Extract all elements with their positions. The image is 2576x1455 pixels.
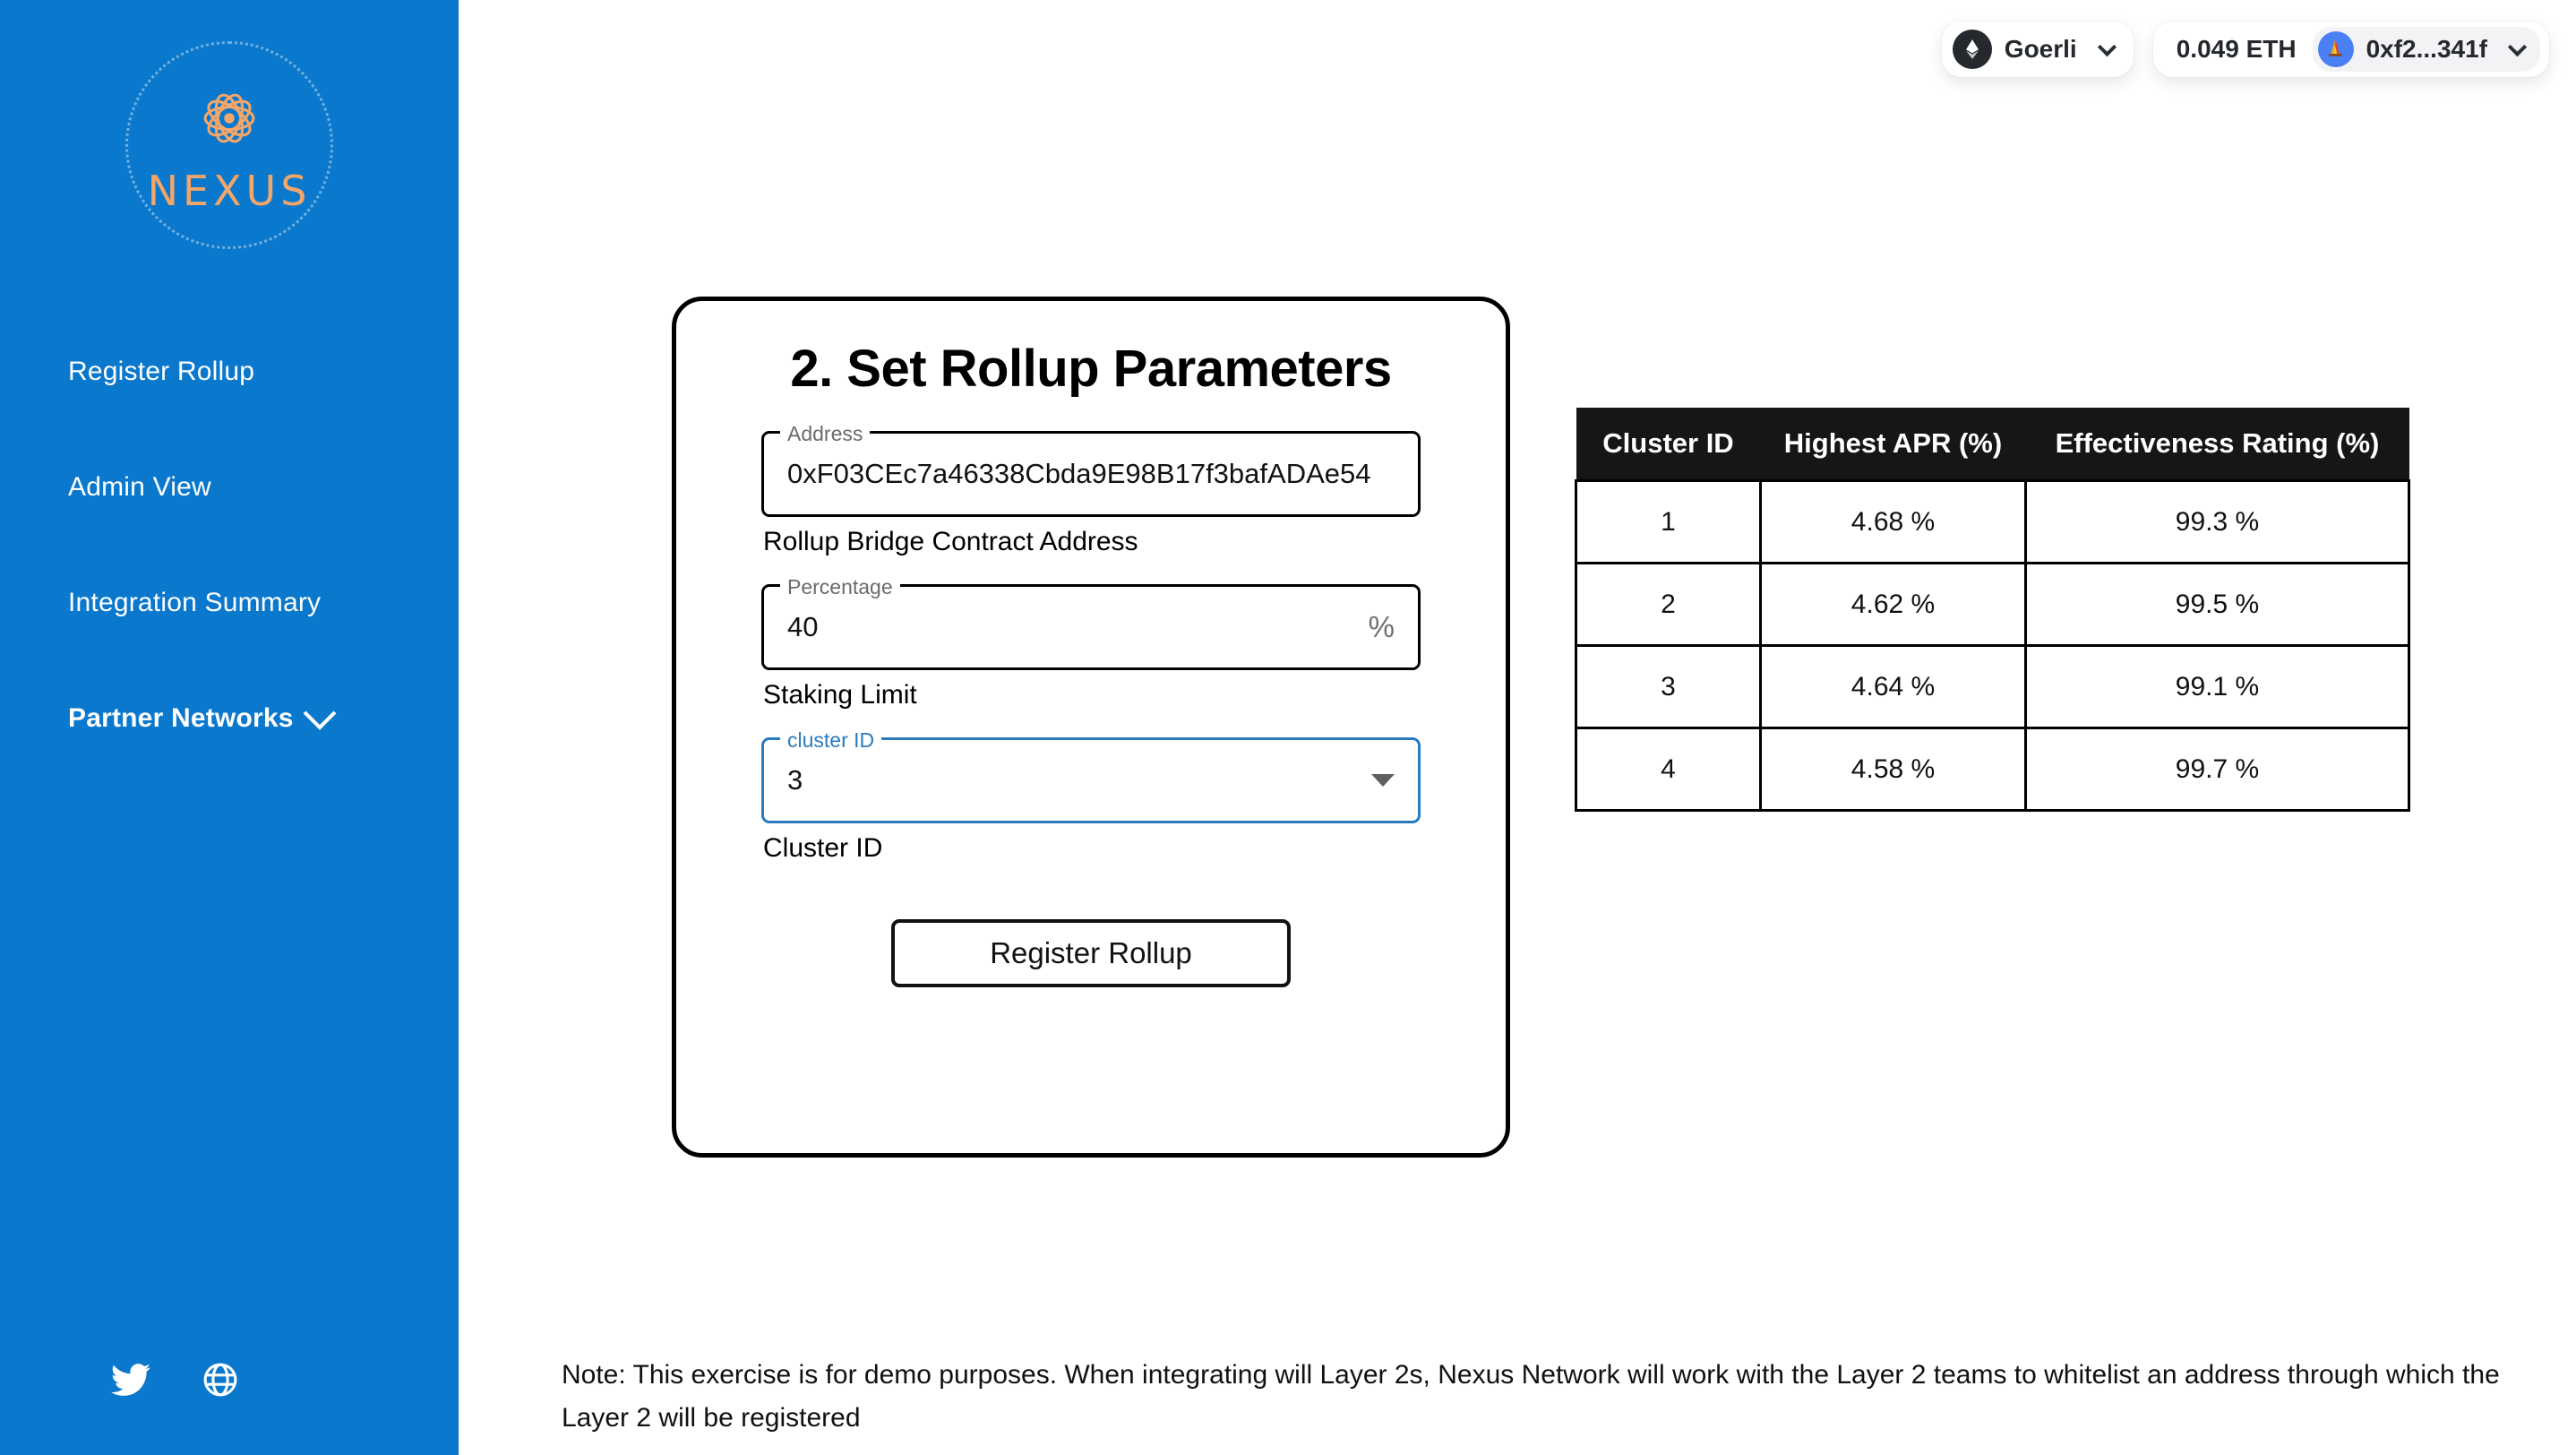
page-title: 2. Set Rollup Parameters bbox=[790, 340, 1392, 398]
set-rollup-parameters-card: 2. Set Rollup Parameters Address 0xF03CE… bbox=[672, 297, 1510, 1158]
logo-dotted-circle: NEXUS bbox=[125, 41, 333, 249]
account-address-label: 0xf2...341f bbox=[2366, 35, 2487, 63]
cluster-id-select[interactable]: cluster ID 3 bbox=[761, 728, 1421, 823]
account-inner[interactable]: 0xf2...341f bbox=[2312, 27, 2540, 72]
percentage-input-legend: Percentage bbox=[780, 575, 900, 598]
account-button[interactable]: 0.049 ETH 0xf2...341f bbox=[2152, 22, 2549, 77]
sidebar: NEXUS Register Rollup Admin View Integra… bbox=[0, 0, 459, 1455]
chevron-down-icon bbox=[2097, 37, 2117, 56]
address-input-legend: Address bbox=[780, 422, 871, 445]
percentage-field-group: Percentage 40 % Staking Limit bbox=[761, 575, 1421, 710]
table-cell-apr: 4.58 % bbox=[1759, 727, 2027, 812]
table-cell-cluster-id: 4 bbox=[1575, 727, 1762, 812]
percentage-helper-text: Staking Limit bbox=[763, 680, 917, 710]
table-row: 3 4.64 % 99.1 % bbox=[1575, 644, 2410, 729]
table-row: 4 4.58 % 99.7 % bbox=[1575, 727, 2410, 812]
wallet-topbar: Goerli 0.049 ETH 0xf2...341f bbox=[1941, 22, 2549, 77]
address-input-value: 0xF03CEc7a46338Cbda9E98B17f3bafADAe54 bbox=[787, 458, 1371, 489]
sidebar-item-label: Partner Networks bbox=[68, 703, 294, 733]
table-cell-apr: 4.64 % bbox=[1759, 644, 2027, 729]
cluster-id-select-value: 3 bbox=[787, 764, 803, 796]
demo-note-text: Note: This exercise is for demo purposes… bbox=[562, 1360, 2500, 1433]
cluster-id-helper-text: Cluster ID bbox=[763, 833, 883, 863]
sidebar-item-label: Admin View bbox=[68, 472, 211, 502]
address-input[interactable]: Address 0xF03CEc7a46338Cbda9E98B17f3bafA… bbox=[761, 422, 1421, 517]
brand-logo[interactable]: NEXUS bbox=[0, 25, 459, 265]
sidebar-item-admin-view[interactable]: Admin View bbox=[0, 456, 459, 519]
table-header-row: Cluster ID Highest APR (%) Effectiveness… bbox=[1576, 408, 2409, 481]
table-cell-apr: 4.68 % bbox=[1759, 479, 2027, 564]
sidebar-item-label: Integration Summary bbox=[68, 588, 322, 617]
register-rollup-button[interactable]: Register Rollup bbox=[891, 919, 1291, 987]
website-globe-icon[interactable] bbox=[201, 1360, 240, 1399]
table-cell-cluster-id: 2 bbox=[1575, 562, 1762, 647]
logo-wordmark: NEXUS bbox=[147, 167, 312, 215]
table-cell-effectiveness: 99.7 % bbox=[2024, 727, 2410, 812]
chevron-down-icon bbox=[303, 696, 337, 730]
cluster-id-field-group: cluster ID 3 Cluster ID bbox=[761, 728, 1421, 864]
avatar bbox=[2317, 31, 2354, 67]
percent-adornment-icon: % bbox=[1368, 610, 1395, 643]
ethereum-icon bbox=[1952, 30, 1992, 69]
cluster-stats-table: Cluster ID Highest APR (%) Effectiveness… bbox=[1575, 408, 2410, 812]
chain-name-label: Goerli bbox=[2004, 35, 2077, 63]
ethereum-diamond-glyph bbox=[1965, 39, 1979, 59]
table-cell-cluster-id: 1 bbox=[1575, 479, 1762, 564]
sidebar-item-integration-summary[interactable]: Integration Summary bbox=[0, 572, 459, 634]
chain-selector-button[interactable]: Goerli bbox=[1941, 22, 2134, 77]
twitter-icon[interactable] bbox=[111, 1360, 150, 1399]
table-body: 1 4.68 % 99.3 % 2 4.62 % 99.5 % 3 4.64 %… bbox=[1575, 479, 2410, 812]
table-cell-effectiveness: 99.3 % bbox=[2024, 479, 2410, 564]
sidebar-item-partner-networks[interactable]: Partner Networks bbox=[0, 687, 459, 750]
app-root: NEXUS Register Rollup Admin View Integra… bbox=[0, 0, 2576, 1455]
address-helper-text: Rollup Bridge Contract Address bbox=[763, 527, 1138, 556]
sidebar-item-register-rollup[interactable]: Register Rollup bbox=[0, 340, 459, 403]
table-cell-apr: 4.62 % bbox=[1759, 562, 2027, 647]
percentage-input[interactable]: Percentage 40 % bbox=[761, 575, 1421, 670]
table-header-highest-apr: Highest APR (%) bbox=[1760, 408, 2026, 481]
table-header-effectiveness-rating: Effectiveness Rating (%) bbox=[2025, 408, 2409, 481]
table-cell-effectiveness: 99.1 % bbox=[2024, 644, 2410, 729]
address-field-group: Address 0xF03CEc7a46338Cbda9E98B17f3bafA… bbox=[761, 422, 1421, 557]
cluster-id-select-legend: cluster ID bbox=[780, 728, 882, 752]
table-row: 2 4.62 % 99.5 % bbox=[1575, 562, 2410, 647]
atom-icon bbox=[203, 93, 255, 143]
table-cell-cluster-id: 3 bbox=[1575, 644, 1762, 729]
sidebar-socials bbox=[111, 1360, 240, 1399]
chevron-down-icon[interactable] bbox=[1371, 774, 1395, 787]
table-row: 1 4.68 % 99.3 % bbox=[1575, 479, 2410, 564]
sidebar-nav: Register Rollup Admin View Integration S… bbox=[0, 340, 459, 750]
rainbow-wallet-avatar-glyph bbox=[2328, 39, 2342, 56]
sidebar-item-label: Register Rollup bbox=[68, 357, 255, 386]
table-header-cluster-id: Cluster ID bbox=[1576, 408, 1761, 481]
wallet-balance-label: 0.049 ETH bbox=[2176, 35, 2297, 63]
table-header: Cluster ID Highest APR (%) Effectiveness… bbox=[1576, 408, 2409, 481]
chevron-down-icon bbox=[2507, 37, 2528, 56]
percentage-input-value: 40 bbox=[787, 611, 819, 642]
table-cell-effectiveness: 99.5 % bbox=[2024, 562, 2410, 647]
